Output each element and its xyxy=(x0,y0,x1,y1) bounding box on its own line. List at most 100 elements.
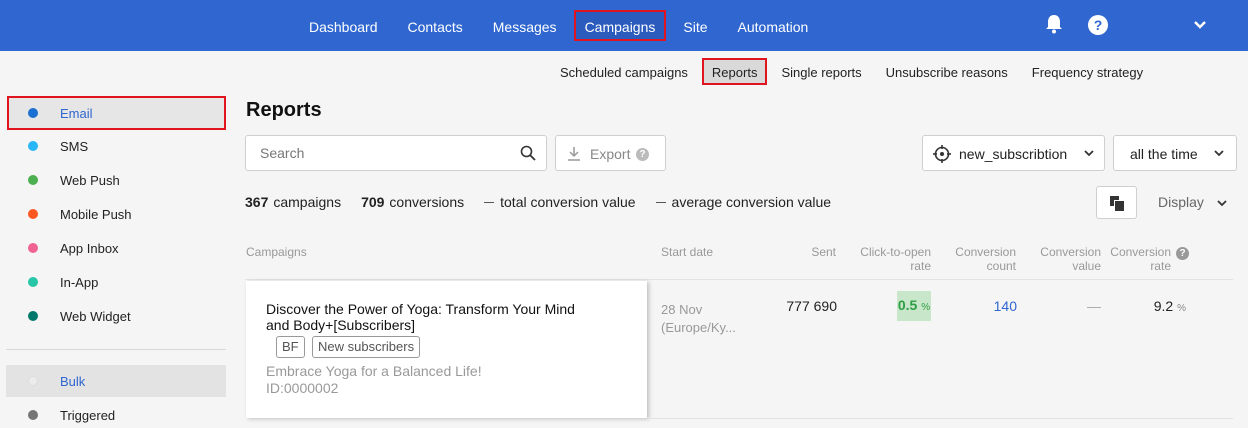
display-toggle[interactable]: Display xyxy=(1158,194,1204,210)
col-conversion-value[interactable]: Conversion value xyxy=(1030,245,1101,273)
web-push-dot-icon xyxy=(28,175,38,185)
question-icon[interactable]: ? xyxy=(636,148,649,161)
triggered-dot-icon xyxy=(28,410,38,420)
sidebar-item-web-push[interactable]: Web Push xyxy=(6,164,226,196)
chevron-down-icon[interactable] xyxy=(1193,18,1207,32)
crosshair-icon xyxy=(933,145,951,163)
segment-dropdown[interactable]: new_subscribtion xyxy=(922,135,1105,171)
campaign-subject: Embrace Yoga for a Balanced Life! xyxy=(266,363,482,379)
tag-badge: New subscribers xyxy=(312,336,421,358)
sidebar-item-web-widget[interactable]: Web Widget xyxy=(6,300,226,332)
sidebar-item-label: Triggered xyxy=(60,408,116,423)
col-click-to-open[interactable]: Click-to-open rate xyxy=(850,245,931,273)
export-button[interactable]: Export ? xyxy=(555,135,666,171)
nav-campaigns[interactable]: Campaigns xyxy=(573,10,667,41)
sidebar-item-label: Web Push xyxy=(60,173,120,188)
sidebar-item-label: Web Widget xyxy=(60,309,131,324)
table-header-divider xyxy=(245,279,1233,280)
bell-icon[interactable] xyxy=(1045,14,1063,34)
page-title: Reports xyxy=(246,99,322,121)
start-date-cell: 28 Nov (Europe/Ky... xyxy=(661,301,751,337)
col-conversion-rate[interactable]: Conversion rate xyxy=(1100,245,1171,273)
dash-icon xyxy=(484,201,495,203)
nav-contacts[interactable]: Contacts xyxy=(395,10,476,41)
time-range-dropdown[interactable]: all the time xyxy=(1113,135,1237,171)
campaigns-label: campaigns xyxy=(273,194,342,210)
col-cc-line1: Conversion xyxy=(955,245,1016,259)
rate-value: 9.2 xyxy=(1153,298,1174,314)
total-value-label: total conversion value xyxy=(500,194,636,210)
campaign-card[interactable]: Discover the Power of Yoga: Transform Yo… xyxy=(246,281,647,418)
subnav-single-reports[interactable]: Single reports xyxy=(771,58,871,85)
sidebar-item-in-app[interactable]: In-App xyxy=(6,266,226,298)
summary-stats: 367 campaigns 709 conversions total conv… xyxy=(245,194,851,210)
col-cv-line1: Conversion xyxy=(1040,245,1101,259)
nav-messages[interactable]: Messages xyxy=(480,10,570,41)
conversions-label: conversions xyxy=(389,194,465,210)
sms-dot-icon xyxy=(28,141,38,151)
cto-unit: % xyxy=(921,302,931,313)
conversion-rate-cell: 9.2 % xyxy=(1120,298,1186,314)
col-conversion-count[interactable]: Conversion count xyxy=(946,245,1016,273)
subnav-scheduled-campaigns[interactable]: Scheduled campaigns xyxy=(550,58,698,85)
subnav-frequency-strategy[interactable]: Frequency strategy xyxy=(1022,58,1153,85)
search-box[interactable] xyxy=(245,135,547,171)
col-cr-line1: Conversion xyxy=(1110,245,1171,259)
total-value-stat: total conversion value xyxy=(484,194,636,210)
cto-value: 0.5 xyxy=(897,297,918,313)
segment-label: new_subscribtion xyxy=(959,146,1068,162)
mobile-push-dot-icon xyxy=(28,209,38,219)
row-divider xyxy=(650,418,1233,419)
col-cr-line2: rate xyxy=(1150,259,1171,273)
chevron-down-icon[interactable] xyxy=(1217,198,1227,208)
nav-site[interactable]: Site xyxy=(670,10,720,41)
subnav-reports[interactable]: Reports xyxy=(701,57,768,85)
chevron-down-icon xyxy=(1214,150,1224,157)
campaigns-subnav: Scheduled campaigns Reports Single repor… xyxy=(550,57,1157,85)
col-cv-line2: value xyxy=(1072,259,1101,273)
conversions-count: 709 xyxy=(361,194,385,210)
sidebar-item-email[interactable]: Email xyxy=(7,96,226,130)
conversions-stat: 709 conversions xyxy=(361,194,464,210)
top-navigation-bar: Dashboard Contacts Messages Campaigns Si… xyxy=(0,0,1248,51)
sidebar-item-label: Mobile Push xyxy=(60,207,132,222)
col-campaigns[interactable]: Campaigns xyxy=(246,245,307,259)
app-inbox-dot-icon xyxy=(28,243,38,253)
sidebar-item-label: Email xyxy=(60,106,93,121)
avg-value-label: average conversion value xyxy=(671,194,832,210)
click-to-open-cell: 0.5 % xyxy=(897,291,931,321)
subnav-unsubscribe-reasons[interactable]: Unsubscribe reasons xyxy=(876,58,1018,85)
nav-automation[interactable]: Automation xyxy=(725,10,822,41)
col-sent[interactable]: Sent xyxy=(780,245,836,259)
start-date: 28 Nov xyxy=(661,302,703,317)
sidebar-item-bulk[interactable]: Bulk xyxy=(6,365,226,397)
campaigns-stat: 367 campaigns xyxy=(245,194,341,210)
conversion-value-cell: — xyxy=(1087,298,1101,314)
campaign-title[interactable]: Discover the Power of Yoga: Transform Yo… xyxy=(266,301,596,333)
avg-value-stat: average conversion value xyxy=(655,194,832,210)
tag-badge: BF xyxy=(276,336,305,358)
sidebar-divider xyxy=(6,349,226,350)
main-nav: Dashboard Contacts Messages Campaigns Si… xyxy=(296,0,825,51)
question-icon[interactable]: ? xyxy=(1176,247,1189,260)
col-start-date[interactable]: Start date xyxy=(661,245,713,259)
sidebar-item-mobile-push[interactable]: Mobile Push xyxy=(6,198,226,230)
dash-icon xyxy=(655,201,666,203)
sidebar-item-label: App Inbox xyxy=(60,241,119,256)
sidebar-item-label: Bulk xyxy=(60,374,86,389)
search-icon[interactable] xyxy=(520,145,536,161)
copy-button[interactable] xyxy=(1096,186,1137,219)
search-input[interactable] xyxy=(260,145,510,161)
sidebar-item-sms[interactable]: SMS xyxy=(6,130,226,162)
col-cto-line2: rate xyxy=(910,259,931,273)
sent-cell: 777 690 xyxy=(786,298,837,314)
nav-dashboard[interactable]: Dashboard xyxy=(296,10,391,41)
in-app-dot-icon xyxy=(28,277,38,287)
help-icon[interactable]: ? xyxy=(1088,15,1108,35)
chevron-down-icon xyxy=(1084,150,1094,157)
col-cc-line2: count xyxy=(986,259,1016,273)
sidebar-item-app-inbox[interactable]: App Inbox xyxy=(6,232,226,264)
conversion-count-cell[interactable]: 140 xyxy=(970,298,1017,314)
campaigns-count: 367 xyxy=(245,194,269,210)
sidebar-item-triggered[interactable]: Triggered xyxy=(6,399,226,428)
